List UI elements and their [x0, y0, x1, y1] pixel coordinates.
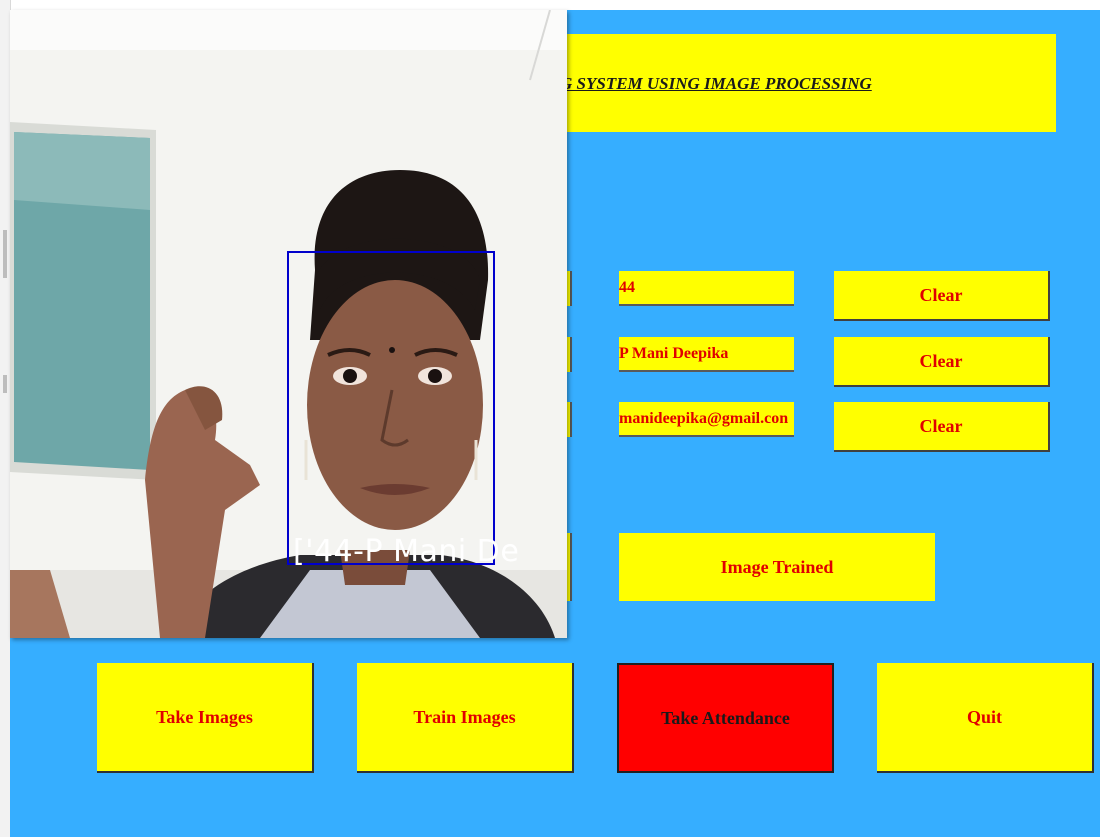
title-banner: G SYSTEM USING IMAGE PROCESSING — [520, 34, 1056, 132]
status-message: Image Trained — [619, 533, 935, 601]
clear-name-button[interactable]: Clear — [834, 337, 1050, 387]
clear-id-button[interactable]: Clear — [834, 271, 1050, 321]
scroll-marker — [3, 375, 7, 393]
scroll-marker — [3, 230, 7, 278]
clear-email-button[interactable]: Clear — [834, 402, 1050, 452]
id-field[interactable]: 44 — [619, 271, 794, 306]
camera-preview-window: ['44-P Mani De — [10, 10, 567, 638]
page-title: G SYSTEM USING IMAGE PROCESSING — [560, 74, 872, 93]
take-images-button[interactable]: Take Images — [97, 663, 314, 773]
recognized-face-label: ['44-P Mani De — [293, 534, 520, 569]
train-images-button[interactable]: Train Images — [357, 663, 574, 773]
take-attendance-button[interactable]: Take Attendance — [617, 663, 834, 773]
board-shape — [10, 122, 156, 480]
quit-button[interactable]: Quit — [877, 663, 1094, 773]
name-field[interactable]: P Mani Deepika — [619, 337, 794, 372]
email-field[interactable]: manideepika@gmail.con — [619, 402, 794, 437]
